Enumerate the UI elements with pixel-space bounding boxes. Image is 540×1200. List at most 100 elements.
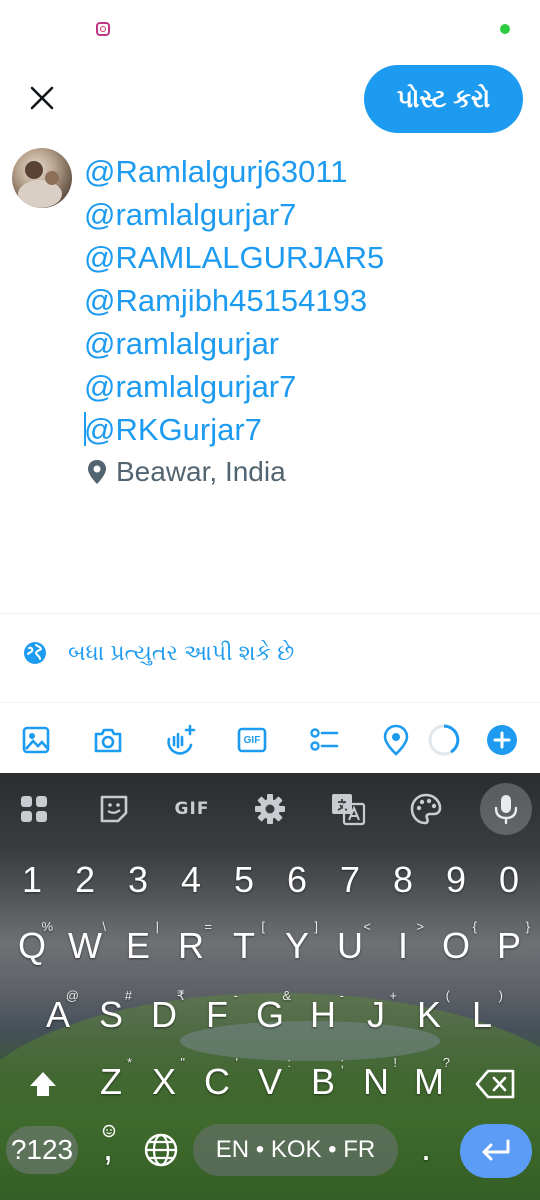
spaces-icon xyxy=(167,724,196,755)
key-u[interactable]: U < xyxy=(325,920,375,966)
spaces-button[interactable] xyxy=(162,722,198,758)
mention-text-with-cursor: @RKGurjar7 xyxy=(84,412,262,447)
key-t[interactable]: T[ xyxy=(219,920,269,966)
key-d[interactable]: D ₹ xyxy=(139,989,189,1035)
keyboard-toolbar: GIF xyxy=(0,773,540,843)
key-0[interactable]: 0 xyxy=(484,860,534,900)
keyboard-settings-button[interactable] xyxy=(250,789,290,829)
key-c[interactable]: C ' xyxy=(192,1056,242,1102)
location-icon xyxy=(383,724,409,756)
gear-icon xyxy=(255,794,285,824)
composer-toolbar: GIF xyxy=(0,712,540,768)
location-tag[interactable]: Beawar, India xyxy=(86,456,286,488)
key-e[interactable]: E | xyxy=(113,920,163,966)
key-g[interactable]: G & xyxy=(245,989,295,1035)
theme-button[interactable] xyxy=(406,789,446,829)
backspace-icon xyxy=(475,1070,515,1099)
key-p[interactable]: P} xyxy=(484,920,534,966)
key-s[interactable]: S # xyxy=(86,989,136,1035)
post-button[interactable]: પોસ્ટ કરો xyxy=(364,65,523,133)
key-5[interactable]: 5 xyxy=(219,860,269,900)
shift-arrow-icon xyxy=(30,1072,56,1097)
key-9[interactable]: 9 xyxy=(431,860,481,900)
language-switch-key[interactable] xyxy=(138,1128,184,1168)
mention-text: @Ramjibh45154193 xyxy=(84,283,368,318)
tweet-composer[interactable]: @Ramlalgurj63011 @ramlalgurjar7 @RAMLALG… xyxy=(84,150,524,451)
backspace-key[interactable] xyxy=(470,1062,522,1102)
key-1[interactable]: 1 xyxy=(7,860,57,900)
sticker-button[interactable] xyxy=(94,789,134,829)
mention-text: @ramlalgurjar7 xyxy=(84,369,297,404)
status-dot-icon xyxy=(500,24,510,34)
key-n[interactable]: N! xyxy=(351,1056,401,1102)
key-b[interactable]: B; xyxy=(298,1056,348,1102)
key-w[interactable]: W \ xyxy=(60,920,110,966)
key-r[interactable]: R = xyxy=(166,920,216,966)
period-key[interactable]: . xyxy=(404,1128,448,1168)
mention-text: @ramlalgurjar7 xyxy=(84,197,297,232)
add-thread-button[interactable] xyxy=(484,722,520,758)
key-i[interactable]: I > xyxy=(378,920,428,966)
mention-text: @RAMLALGURJAR5 xyxy=(84,240,385,275)
location-label: Beawar, India xyxy=(116,456,286,487)
key-h[interactable]: H- xyxy=(298,989,348,1035)
key-z[interactable]: Z * xyxy=(86,1056,136,1102)
key-a[interactable]: A @ xyxy=(33,989,83,1035)
sticker-icon xyxy=(100,795,128,823)
camera-button[interactable] xyxy=(90,722,126,758)
key-6[interactable]: 6 xyxy=(272,860,322,900)
globe-icon xyxy=(144,1134,178,1167)
image-icon xyxy=(22,726,50,754)
key-4[interactable]: 4 xyxy=(166,860,216,900)
key-q[interactable]: Q% xyxy=(7,920,57,966)
media-button[interactable] xyxy=(18,722,54,758)
mention-text: @ramlalgurjar xyxy=(84,326,280,361)
keyboard-gif-label: GIF xyxy=(174,799,210,819)
enter-key[interactable] xyxy=(460,1124,532,1178)
close-button[interactable] xyxy=(24,80,60,116)
key-k[interactable]: K( xyxy=(404,989,454,1035)
symbols-key[interactable]: ?123 xyxy=(6,1126,78,1174)
return-arrow-icon xyxy=(482,1139,510,1161)
location-button[interactable] xyxy=(378,722,414,758)
key-7[interactable]: 7 xyxy=(325,860,375,900)
location-pin-icon xyxy=(88,460,106,484)
space-bar[interactable]: EN • KOK • FR xyxy=(193,1124,398,1176)
grid-icon xyxy=(21,796,47,822)
instagram-notification-icon xyxy=(96,22,110,36)
key-8[interactable]: 8 xyxy=(378,860,428,900)
avatar[interactable] xyxy=(12,148,72,208)
key-j[interactable]: J + xyxy=(351,989,401,1035)
translate-button[interactable] xyxy=(328,789,368,829)
close-icon xyxy=(30,86,54,110)
poll-button[interactable] xyxy=(306,722,342,758)
divider xyxy=(0,702,540,703)
gif-button[interactable]: GIF xyxy=(234,722,270,758)
key-v[interactable]: V: xyxy=(245,1056,295,1102)
plus-icon xyxy=(487,725,517,755)
keyboard-gif-button[interactable]: GIF xyxy=(170,789,214,829)
key-3[interactable]: 3 xyxy=(113,860,163,900)
shift-key[interactable] xyxy=(18,1062,68,1102)
globe-icon xyxy=(24,642,46,664)
key-m[interactable]: M? xyxy=(404,1056,454,1102)
progress-ring-icon xyxy=(428,724,460,756)
mention-text: @Ramlalgurj63011 xyxy=(84,154,348,189)
camera-icon xyxy=(94,728,122,753)
apps-grid-button[interactable] xyxy=(14,789,54,829)
emoji-hint-icon xyxy=(102,1124,116,1138)
key-x[interactable]: X " xyxy=(139,1056,189,1102)
key-y[interactable]: Y] xyxy=(272,920,322,966)
key-2[interactable]: 2 xyxy=(60,860,110,900)
palette-icon xyxy=(410,793,442,825)
character-count-ring xyxy=(426,722,462,758)
translate-icon xyxy=(332,794,366,826)
reply-settings-button[interactable]: બધા પ્રત્યુતર આપી શકે છે xyxy=(22,640,294,666)
comma-key[interactable]: , xyxy=(86,1124,130,1168)
divider xyxy=(0,613,540,614)
voice-input-button[interactable] xyxy=(480,783,532,835)
poll-icon xyxy=(310,728,339,751)
key-f[interactable]: F- xyxy=(192,989,242,1035)
key-o[interactable]: O{ xyxy=(431,920,481,966)
key-l[interactable]: L) xyxy=(457,989,507,1035)
